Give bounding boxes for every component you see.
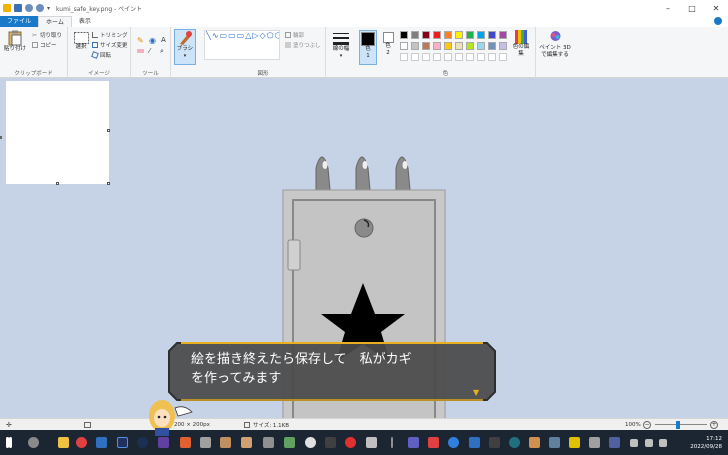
app-icon-16[interactable] — [469, 437, 480, 448]
app-icon-20[interactable] — [549, 437, 560, 448]
app-icon-23[interactable] — [609, 437, 620, 448]
taskbar: 17:12 2022/09/28 — [0, 430, 728, 455]
app-icon-10[interactable] — [325, 437, 336, 448]
app-icon-11[interactable] — [366, 437, 377, 448]
app-icon-2[interactable] — [158, 437, 169, 448]
app-icon-18[interactable] — [509, 437, 520, 448]
app-icon-1[interactable] — [96, 437, 107, 448]
windows-start-icon-part — [9, 437, 12, 448]
app-icon-5[interactable] — [220, 437, 231, 448]
cursor-position-icon: ✛ — [6, 420, 12, 429]
safe-hinge — [287, 239, 301, 271]
dialog-line-2: を作ってみます — [191, 371, 282, 386]
file-size-icon — [244, 421, 250, 428]
zoom-in-icon[interactable]: + — [710, 420, 718, 429]
app-icon-9[interactable] — [305, 437, 316, 448]
dialog-box[interactable]: 絵を描き終えたら保存して 私がカギ を作ってみます ▼ — [167, 341, 497, 402]
record-icon[interactable] — [345, 437, 356, 448]
tray-ime-icon[interactable] — [659, 439, 667, 447]
zoom-slider-thumb[interactable] — [676, 421, 680, 429]
app-icon-15[interactable] — [448, 437, 459, 448]
app-icon-19[interactable] — [529, 437, 540, 448]
dialog-text: 絵を描き終えたら保存して 私がカギ を作ってみます — [191, 350, 481, 388]
app-icon-17[interactable] — [489, 437, 500, 448]
app-icon-6[interactable] — [241, 437, 252, 448]
steam-icon[interactable] — [137, 437, 148, 448]
app-icon-7[interactable] — [263, 437, 274, 448]
app-icon-14[interactable] — [428, 437, 439, 448]
photoshop-icon[interactable] — [117, 437, 128, 448]
chrome-icon[interactable] — [76, 437, 87, 448]
safe-knob-middle[interactable] — [355, 156, 371, 191]
tray-clock[interactable]: 17:12 2022/09/28 — [690, 435, 722, 451]
explorer-icon[interactable] — [58, 437, 69, 448]
app-icon-8[interactable] — [284, 437, 295, 448]
safe-knob-right[interactable] — [395, 156, 411, 191]
character-portrait — [149, 400, 193, 436]
safe-knobs — [315, 156, 411, 191]
clock-date: 2022/09/28 — [690, 444, 722, 450]
safe-knob-left[interactable] — [315, 156, 331, 191]
search-icon[interactable] — [28, 437, 39, 448]
dialog-line-1: 絵を描き終えたら保存して 私がカギ — [191, 352, 412, 367]
file-size: サイズ: 1.1KB — [253, 422, 290, 429]
app-icon-21[interactable] — [569, 437, 580, 448]
clock-time: 17:12 — [706, 436, 722, 442]
app-icon-3[interactable] — [180, 437, 191, 448]
app-icon-22[interactable] — [589, 437, 600, 448]
tray-network-icon[interactable] — [630, 439, 638, 447]
app-icon-4[interactable] — [200, 437, 211, 448]
safe-keyhole[interactable] — [354, 218, 374, 238]
zoom-level: 100% — [625, 421, 641, 428]
dialog-advance-icon[interactable]: ▼ — [473, 388, 479, 397]
status-bar: ✛ 200 × 200px サイズ: 1.1KB 100% − + — [0, 418, 728, 430]
app-icon-12[interactable] — [391, 437, 393, 448]
selection-size-icon — [84, 421, 91, 428]
zoom-out-icon[interactable]: − — [643, 420, 651, 429]
app-icon-13[interactable] — [408, 437, 419, 448]
tray-volume-icon[interactable] — [645, 439, 653, 447]
zoom-slider[interactable] — [655, 424, 707, 425]
